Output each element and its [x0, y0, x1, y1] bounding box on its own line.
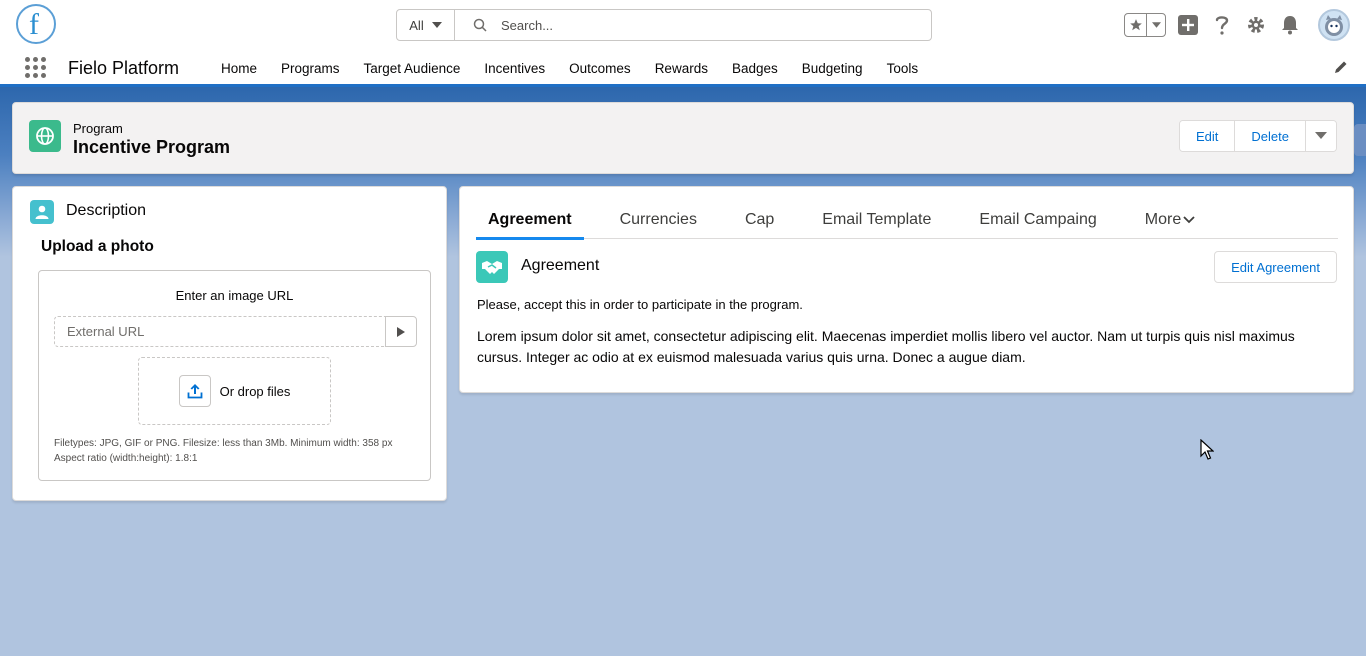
fielo-logo-icon: f — [29, 8, 39, 40]
tab-email-campaing[interactable]: Email Campaing — [967, 201, 1108, 239]
favorites-group — [1124, 13, 1166, 37]
drop-files-label: Or drop files — [219, 383, 291, 399]
mouse-cursor-icon — [1200, 439, 1214, 460]
tab-email-template[interactable]: Email Template — [810, 201, 943, 239]
search-scope-dropdown[interactable]: All — [397, 10, 455, 40]
upload-help-text: Filetypes: JPG, GIF or PNG. Filesize: le… — [54, 436, 392, 466]
app-launcher-icon[interactable] — [25, 57, 47, 79]
nav-item-incentives[interactable]: Incentives — [472, 50, 557, 86]
notifications-button[interactable] — [1278, 13, 1302, 37]
search-field — [455, 10, 931, 40]
global-search: All — [396, 9, 932, 41]
search-icon — [473, 18, 487, 32]
record-header: Program Incentive Program Edit Delete — [12, 102, 1354, 174]
nav-item-home[interactable]: Home — [209, 50, 269, 86]
chevron-down-icon — [431, 22, 442, 28]
setup-gear-icon — [1248, 17, 1264, 33]
fielo-logo[interactable]: f — [16, 4, 56, 44]
utility-side-tab[interactable] — [1354, 124, 1366, 156]
tab-cap[interactable]: Cap — [733, 201, 786, 239]
header-tools — [1124, 6, 1350, 44]
chevron-down-icon — [1183, 216, 1195, 224]
agreement-intro: Please, accept this in order to particip… — [477, 297, 803, 312]
description-card-icon — [30, 200, 54, 224]
svg-text:f: f — [29, 8, 39, 40]
help-icon — [1215, 16, 1229, 35]
globe-icon — [36, 127, 54, 145]
favorites-button[interactable] — [1125, 14, 1147, 36]
detail-tabs-card: Agreement Currencies Cap Email Template … — [459, 186, 1354, 393]
record-object-type: Program — [73, 121, 123, 136]
chevron-down-icon — [1315, 132, 1327, 139]
image-url-label: Enter an image URL — [175, 288, 294, 303]
upload-files-button[interactable] — [178, 375, 211, 407]
favorites-list-button[interactable] — [1147, 14, 1165, 36]
agreement-section-title: Agreement — [521, 257, 600, 274]
tab-currencies[interactable]: Currencies — [608, 201, 709, 239]
play-right-icon — [397, 326, 405, 337]
pencil-icon — [1335, 61, 1347, 73]
agreement-body: Lorem ipsum dolor sit amet, consectetur … — [477, 328, 1295, 365]
tab-bar: Agreement Currencies Cap Email Template … — [476, 201, 1338, 240]
avatar-icon — [1325, 15, 1343, 36]
add-icon — [1178, 15, 1198, 35]
tab-more-label: More — [1144, 211, 1182, 228]
record-actions: Edit Delete — [1179, 120, 1337, 152]
favorites-star-icon — [1129, 19, 1142, 31]
more-actions-button[interactable] — [1306, 121, 1336, 151]
navigation-bar: Fielo Platform Home Programs Target Audi… — [0, 50, 1366, 87]
setup-button[interactable] — [1244, 13, 1268, 37]
notifications-bell-icon — [1282, 16, 1298, 35]
nav-item-outcomes[interactable]: Outcomes — [557, 50, 643, 86]
handshake-icon — [482, 261, 502, 274]
nav-item-budgeting[interactable]: Budgeting — [790, 50, 875, 86]
search-input[interactable] — [501, 17, 901, 33]
upload-help-line2: Aspect ratio (width:height): 1.8:1 — [54, 453, 198, 464]
submit-url-button[interactable] — [385, 316, 417, 347]
nav-items: Home Programs Target Audience Incentives… — [209, 50, 930, 86]
record-name: Incentive Program — [73, 137, 231, 157]
tab-more[interactable]: More — [1133, 201, 1207, 239]
description-card-title: Description — [66, 202, 147, 219]
nav-item-tools[interactable]: Tools — [875, 50, 931, 86]
upload-help-line1: Filetypes: JPG, GIF or PNG. Filesize: le… — [54, 438, 393, 449]
upload-icon — [187, 384, 202, 399]
help-button[interactable] — [1210, 13, 1234, 37]
description-card: Description Upload a photo Enter an imag… — [12, 186, 447, 501]
chevron-down-icon — [1151, 22, 1161, 28]
nav-item-programs[interactable]: Programs — [269, 50, 352, 86]
agreement-icon — [476, 251, 508, 283]
app-name: Fielo Platform — [68, 58, 180, 78]
file-dropzone[interactable]: Or drop files — [138, 357, 331, 425]
global-actions-button[interactable] — [1176, 13, 1200, 37]
external-url-input[interactable] — [54, 316, 386, 347]
edit-nav-button[interactable] — [1334, 60, 1348, 77]
delete-button[interactable]: Delete — [1235, 121, 1306, 151]
global-header: f All — [0, 0, 1366, 50]
nav-item-target-audience[interactable]: Target Audience — [352, 50, 473, 86]
edit-agreement-button[interactable]: Edit Agreement — [1214, 251, 1337, 283]
search-scope-label: All — [409, 17, 424, 33]
user-avatar[interactable] — [1318, 9, 1350, 41]
nav-item-rewards[interactable]: Rewards — [643, 50, 720, 86]
edit-button[interactable]: Edit — [1180, 121, 1236, 151]
tab-agreement[interactable]: Agreement — [476, 201, 584, 240]
user-icon — [35, 205, 49, 219]
program-icon — [29, 120, 61, 152]
image-upload-box: Enter an image URL Or drop files Filetyp… — [38, 270, 431, 481]
nav-item-badges[interactable]: Badges — [720, 50, 790, 86]
upload-photo-heading: Upload a photo — [41, 238, 154, 255]
